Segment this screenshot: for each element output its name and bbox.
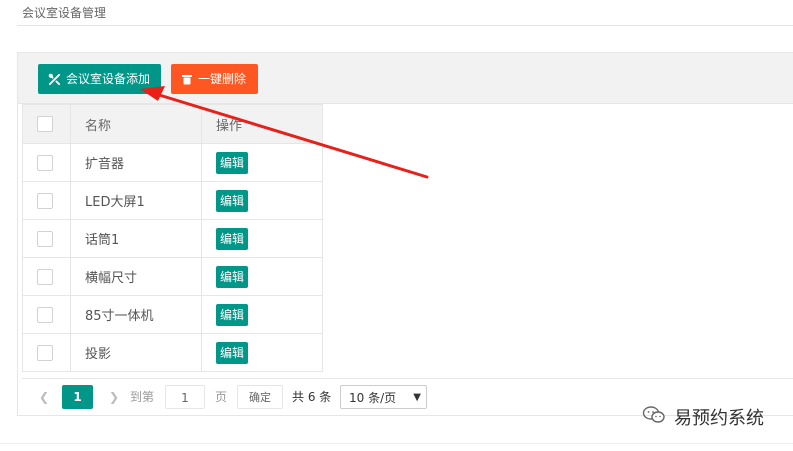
device-panel: 会议室设备添加 一键删除 名称 操作 扩音器 编辑 LED大屏1 编辑 话筒1 … [17, 52, 793, 416]
row-checkbox-cell [22, 181, 71, 220]
edit-button[interactable]: 编辑 [216, 151, 249, 174]
row-checkbox[interactable] [37, 230, 53, 247]
edit-button[interactable]: 编辑 [216, 303, 249, 326]
add-device-label: 会议室设备添加 [66, 72, 151, 86]
row-checkbox[interactable] [37, 306, 53, 323]
table-row: 话筒1 编辑 [22, 219, 323, 258]
edit-button[interactable]: 编辑 [216, 189, 249, 212]
wechat-icon [642, 405, 666, 430]
operation-cell: 编辑 [201, 257, 323, 296]
delete-all-label: 一键删除 [198, 72, 247, 86]
edit-button[interactable]: 编辑 [216, 341, 249, 364]
table-row: 85寸一体机 编辑 [22, 295, 323, 334]
goto-label: 到第 [130, 390, 155, 404]
watermark-text: 易预约系统 [674, 408, 764, 429]
delete-all-button[interactable]: 一键删除 [171, 64, 258, 94]
add-device-button[interactable]: 会议室设备添加 [38, 64, 161, 94]
table-row: 扩音器 编辑 [22, 143, 323, 182]
row-checkbox[interactable] [37, 192, 53, 209]
trash-icon [181, 73, 193, 85]
wechat-watermark: 易预约系统 [642, 405, 764, 429]
device-table: 名称 操作 扩音器 编辑 LED大屏1 编辑 话筒1 编辑 横幅尺寸 编辑 85… [22, 104, 323, 372]
table-row: LED大屏1 编辑 [22, 181, 323, 220]
goto-confirm-button[interactable]: 确定 [237, 385, 283, 409]
edit-button[interactable]: 编辑 [216, 227, 249, 250]
device-name: 话筒1 [70, 219, 202, 258]
header-divider [17, 25, 793, 26]
next-page-icon[interactable]: ❯ [104, 385, 124, 409]
chevron-down-icon: ▼ [413, 392, 421, 403]
row-checkbox[interactable] [37, 154, 53, 171]
operation-cell: 编辑 [201, 219, 323, 258]
device-name: LED大屏1 [70, 181, 202, 220]
row-checkbox-cell [22, 143, 71, 182]
device-name: 85寸一体机 [70, 295, 202, 334]
operation-cell: 编辑 [201, 295, 323, 334]
column-header-operation: 操作 [201, 104, 323, 144]
page-size-select[interactable]: 10 条/页 ▼ [340, 385, 427, 409]
row-checkbox[interactable] [37, 344, 53, 361]
row-checkbox-cell [22, 295, 71, 334]
row-checkbox[interactable] [37, 268, 53, 285]
table-row: 横幅尺寸 编辑 [22, 257, 323, 296]
prev-page-icon[interactable]: ❮ [34, 385, 54, 409]
operation-cell: 编辑 [201, 143, 323, 182]
select-all-checkbox[interactable] [37, 116, 53, 132]
row-checkbox-cell [22, 333, 71, 372]
table-header-row: 名称 操作 [22, 104, 323, 144]
breadcrumb: 会议室设备管理 [22, 6, 107, 20]
edit-button[interactable]: 编辑 [216, 265, 249, 288]
tools-icon [48, 73, 61, 86]
footer-divider [0, 443, 793, 444]
select-all-cell [22, 104, 71, 144]
row-checkbox-cell [22, 219, 71, 258]
page-label: 页 [215, 390, 228, 404]
page-size-value: 10 条/页 [349, 391, 397, 405]
total-count: 共 6 条 [292, 390, 332, 404]
current-page-button[interactable]: 1 [62, 385, 93, 409]
operation-cell: 编辑 [201, 333, 323, 372]
row-checkbox-cell [22, 257, 71, 296]
device-name: 投影 [70, 333, 202, 372]
operation-cell: 编辑 [201, 181, 323, 220]
goto-page-input[interactable]: 1 [165, 385, 205, 409]
device-name: 横幅尺寸 [70, 257, 202, 296]
table-row: 投影 编辑 [22, 333, 323, 372]
toolbar: 会议室设备添加 一键删除 [18, 53, 793, 104]
column-header-name[interactable]: 名称 [70, 104, 202, 144]
device-name: 扩音器 [70, 143, 202, 182]
